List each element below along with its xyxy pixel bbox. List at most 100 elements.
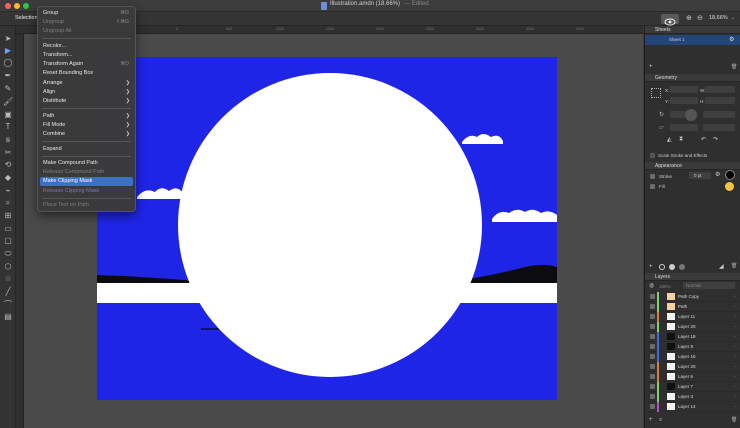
eyedropper-tool-icon[interactable]: ⌁ [3,186,13,196]
rounded-rect-tool-icon[interactable]: ▢ [3,236,13,246]
layer-lock-icon[interactable]: ◦ [734,324,736,329]
pencil-tool-icon[interactable]: ✎ [3,84,13,94]
text-tool-icon[interactable]: T [3,122,13,132]
menu-item-expand[interactable]: Expand [38,145,135,154]
zoom-level[interactable]: 18,66% [709,15,728,21]
delete-layer-icon[interactable]: 🗑 [731,417,737,423]
sheet-row[interactable]: Sheet 1 ⚙ [645,35,740,45]
stroke-settings-gear-icon[interactable]: ⚙ [715,171,720,178]
menu-item-group[interactable]: Group ⌘G [38,9,135,18]
menu-item-release-compound-path[interactable]: Release Compound Path [38,168,135,177]
flip-vertical-icon[interactable]: ⧗ [679,136,683,143]
add-appearance-icon[interactable]: + [649,264,653,270]
geometry-panel-header[interactable]: Geometry [645,74,740,82]
layer-row[interactable]: Layer 7 ◦ [645,382,740,392]
minimize-window-button[interactable] [14,3,20,9]
menu-item-make-clipping-mask[interactable]: Make Clipping Mask [40,177,133,186]
layer-row[interactable]: Layer 14 ◦ [645,402,740,412]
layer-lock-icon[interactable]: ◦ [734,364,736,369]
layer-visibility-checkbox[interactable] [650,364,655,369]
rectangle-tool-icon[interactable]: ▭ [3,224,13,234]
appearance-panel-header[interactable]: Appearance [645,162,740,170]
layer-visibility-checkbox[interactable] [650,334,655,339]
text-path-tool-icon[interactable]: ꞩ [3,135,13,145]
menu-item-recolor[interactable]: Recolor... [38,42,135,51]
rotate-left-icon[interactable]: ↶ [701,136,706,143]
menu-item-ungroup-all[interactable]: Ungroup All [38,27,135,36]
polygon-tool-icon[interactable]: ⬡ [3,262,13,272]
pen-tool-icon[interactable]: ✒ [3,71,13,81]
ellipse-tool-icon[interactable]: ⬭ [3,249,13,259]
fill-color-swatch[interactable] [725,182,734,191]
line-tool-icon[interactable]: ╱ [3,287,13,297]
menu-item-reset-bounding-box[interactable]: Reset Bounding Box [38,69,135,78]
layer-lock-icon[interactable]: ◦ [734,344,736,349]
add-sheet-icon[interactable]: + [649,64,653,70]
view-mode-button[interactable] [661,14,679,26]
zoom-in-icon[interactable]: ⊕ [686,14,692,22]
layer-lock-icon[interactable]: ◦ [734,304,736,309]
add-layer-icon[interactable]: + [649,417,653,423]
add-stroke-icon[interactable] [659,264,665,270]
layer-lock-icon[interactable]: ◦ [734,374,736,379]
layer-visibility-checkbox[interactable] [650,404,655,409]
layer-visibility-checkbox[interactable] [650,304,655,309]
layer-visibility-checkbox[interactable] [650,324,655,329]
layer-row[interactable]: Path Copy ◦ [645,292,740,302]
layer-visibility-checkbox[interactable] [650,354,655,359]
zoom-window-button[interactable] [23,3,29,9]
table-tool-icon[interactable]: ▤ [3,312,13,322]
menu-item-transform-again[interactable]: Transform Again ⌘D [38,60,135,69]
menu-item-path[interactable]: Path ❯ [38,112,135,121]
layers-panel-header[interactable]: Layers [645,273,740,281]
zoom-dropdown-chevron-icon[interactable]: ⌄ [731,15,735,21]
layer-row[interactable]: Layer 11 ◦ [645,312,740,322]
layer-lock-icon[interactable]: ◦ [734,394,736,399]
arc-tool-icon[interactable]: ⌒ [3,300,13,310]
skew-value-field[interactable] [703,124,735,131]
h-field[interactable] [705,97,735,104]
x-field[interactable] [670,86,698,93]
tab-selection[interactable]: Selection [15,15,38,21]
y-field[interactable] [670,97,698,104]
clear-appearance-icon[interactable]: ◢ [719,263,724,270]
scissors-tool-icon[interactable]: ✂ [3,148,13,158]
stroke-color-swatch[interactable] [725,170,735,180]
menu-item-make-compound-path[interactable]: Make Compound Path [38,159,135,168]
close-window-button[interactable] [5,3,11,9]
add-effect-icon[interactable] [679,264,685,270]
eraser-tool-icon[interactable]: ◆ [3,173,13,183]
star-tool-icon[interactable]: ☆ [3,274,13,284]
layer-lock-icon[interactable]: ◦ [734,294,736,299]
zoom-out-icon[interactable]: ⊖ [697,14,703,22]
delete-appearance-icon[interactable]: 🗑 [731,263,737,269]
stroke-width-field[interactable]: 0 pt [689,172,711,179]
search-layers-icon[interactable]: ⌕ [659,417,662,424]
rotation-field[interactable] [670,111,685,118]
layer-row[interactable]: Layer 6 ◦ [645,372,740,382]
w-field[interactable] [705,86,735,93]
layer-row[interactable]: Layer 8 ◦ [645,342,740,352]
layer-row[interactable]: Layer 16 ◦ [645,352,740,362]
blend-mode-select[interactable]: Normal [683,282,735,289]
layer-lock-icon[interactable]: ◦ [734,384,736,389]
lasso-tool-icon[interactable]: ◯ [3,58,13,68]
layer-visibility-checkbox[interactable] [650,294,655,299]
rotate-right-icon[interactable]: ↷ [713,136,718,143]
layer-visibility-checkbox[interactable] [650,374,655,379]
layer-row[interactable]: Path ◦ [645,302,740,312]
layer-visibility-checkbox[interactable] [650,394,655,399]
menu-item-fill-mode[interactable]: Fill Mode ❯ [38,121,135,130]
layer-row[interactable]: Layer 20 ◦ [645,322,740,332]
rotation-value-field[interactable] [703,111,735,118]
layer-visibility-checkbox[interactable] [650,344,655,349]
sheets-panel-header[interactable]: Sheets [645,26,740,34]
layer-lock-icon[interactable]: ◦ [734,354,736,359]
layer-visibility-checkbox[interactable] [650,314,655,319]
opacity-value[interactable]: 100% [659,284,671,289]
layer-lock-icon[interactable]: ◦ [734,404,736,409]
rotate-tool-icon[interactable]: ⟲ [3,160,13,170]
artboard[interactable] [97,57,557,400]
flip-horizontal-icon[interactable]: ◭ [667,136,672,143]
skew-field[interactable] [670,124,698,131]
